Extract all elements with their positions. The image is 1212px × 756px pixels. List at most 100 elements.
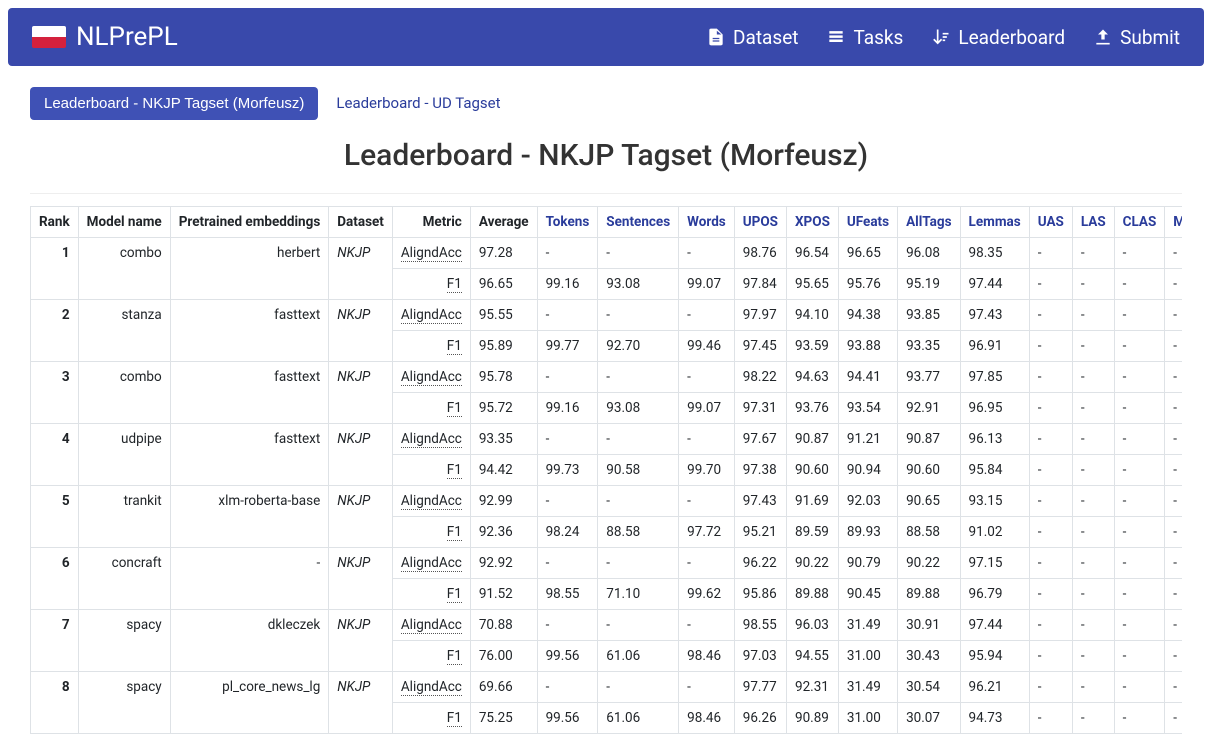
col-ufeats[interactable]: UFeats — [838, 207, 897, 238]
cell-val: 93.08 — [598, 393, 679, 424]
nav-dataset-label: Dataset — [733, 26, 798, 49]
cell-val: 90.87 — [786, 424, 838, 455]
col-mlas[interactable]: MLAS — [1165, 207, 1182, 238]
cell-val: 96.21 — [960, 672, 1029, 703]
col-las[interactable]: LAS — [1072, 207, 1114, 238]
cell-val: 31.49 — [838, 672, 897, 703]
col-words[interactable]: Words — [679, 207, 735, 238]
cell-model: udpipe — [78, 424, 170, 486]
cell-val: 31.00 — [838, 703, 897, 734]
col-upos[interactable]: UPOS — [734, 207, 786, 238]
upload-icon — [1093, 27, 1113, 47]
cell-val: 30.07 — [898, 703, 960, 734]
cell-val: - — [679, 672, 735, 703]
cell-metric: F1 — [392, 579, 470, 610]
cell-val: - — [1114, 269, 1165, 300]
cell-val: 96.13 — [960, 424, 1029, 455]
cell-val: 69.66 — [470, 672, 537, 703]
cell-val: - — [1165, 455, 1182, 486]
col-alltags[interactable]: AllTags — [898, 207, 960, 238]
cell-val: 97.38 — [734, 455, 786, 486]
cell-val: 71.10 — [598, 579, 679, 610]
col-clas[interactable]: CLAS — [1114, 207, 1165, 238]
cell-val: 96.65 — [470, 269, 537, 300]
cell-model: combo — [78, 238, 170, 300]
cell-val: 91.21 — [838, 424, 897, 455]
nav-submit[interactable]: Submit — [1093, 26, 1180, 49]
cell-metric: AligndAcc — [392, 300, 470, 331]
cell-rank: 7 — [31, 610, 79, 672]
tab-ud[interactable]: Leaderboard - UD Tagset — [332, 86, 504, 120]
flag-icon — [32, 26, 66, 48]
cell-val: - — [1029, 362, 1072, 393]
cell-val: - — [1114, 424, 1165, 455]
cell-val: 89.93 — [838, 517, 897, 548]
cell-val: 70.88 — [470, 610, 537, 641]
cell-metric: AligndAcc — [392, 672, 470, 703]
cell-val: 97.77 — [734, 672, 786, 703]
cell-val: - — [1114, 300, 1165, 331]
cell-val: 99.16 — [537, 269, 598, 300]
cell-rank: 1 — [31, 238, 79, 300]
cell-val: - — [679, 486, 735, 517]
cell-dataset: NKJP — [329, 610, 393, 672]
nav-links: Dataset Tasks Leaderboard Submit — [706, 26, 1180, 49]
cell-val: 95.89 — [470, 331, 537, 362]
cell-val: - — [1029, 331, 1072, 362]
cell-val: 96.26 — [734, 703, 786, 734]
cell-val: 91.52 — [470, 579, 537, 610]
cell-val: - — [537, 424, 598, 455]
col-xpos[interactable]: XPOS — [786, 207, 838, 238]
cell-model: trankit — [78, 486, 170, 548]
brand-text: NLPrePL — [76, 22, 178, 52]
cell-val: 92.36 — [470, 517, 537, 548]
cell-embed: - — [170, 548, 329, 610]
table-row: 3combofasttextNKJPAligndAcc95.78---98.22… — [31, 362, 1183, 393]
cell-val: 31.49 — [838, 610, 897, 641]
cell-val: 97.67 — [734, 424, 786, 455]
cell-val: 93.08 — [598, 269, 679, 300]
cell-dataset: NKJP — [329, 238, 393, 300]
col-sentences[interactable]: Sentences — [598, 207, 679, 238]
cell-val: - — [1165, 362, 1182, 393]
cell-val: 96.65 — [838, 238, 897, 269]
cell-val: 90.60 — [898, 455, 960, 486]
cell-val: 89.88 — [786, 579, 838, 610]
tab-nkjp[interactable]: Leaderboard - NKJP Tagset (Morfeusz) — [30, 87, 318, 120]
brand[interactable]: NLPrePL — [32, 22, 178, 52]
cell-val: 96.54 — [786, 238, 838, 269]
cell-val: 94.10 — [786, 300, 838, 331]
cell-val: 95.21 — [734, 517, 786, 548]
cell-val: 99.70 — [679, 455, 735, 486]
col-uas[interactable]: UAS — [1029, 207, 1072, 238]
table-row: 5trankitxlm-roberta-baseNKJPAligndAcc92.… — [31, 486, 1183, 517]
cell-val: 61.06 — [598, 703, 679, 734]
table-row: 4udpipefasttextNKJPAligndAcc93.35---97.6… — [31, 424, 1183, 455]
cell-val: 94.73 — [960, 703, 1029, 734]
cell-metric: F1 — [392, 517, 470, 548]
cell-val: - — [1114, 486, 1165, 517]
cell-val: 95.76 — [838, 269, 897, 300]
cell-val: 95.72 — [470, 393, 537, 424]
cell-val: 99.07 — [679, 393, 735, 424]
main: Leaderboard - NKJP Tagset (Morfeusz) Lea… — [0, 66, 1212, 754]
nav-tasks-label: Tasks — [853, 26, 903, 49]
nav-tasks[interactable]: Tasks — [826, 26, 903, 49]
cell-val: - — [1029, 393, 1072, 424]
cell-val: - — [1029, 300, 1072, 331]
nav-dataset[interactable]: Dataset — [706, 26, 798, 49]
cell-val: - — [537, 486, 598, 517]
tabs: Leaderboard - NKJP Tagset (Morfeusz) Lea… — [30, 86, 1182, 120]
cell-val: - — [1029, 641, 1072, 672]
cell-val: 90.22 — [898, 548, 960, 579]
cell-val: 98.46 — [679, 641, 735, 672]
cell-val: 93.85 — [898, 300, 960, 331]
cell-val: 90.94 — [838, 455, 897, 486]
nav-leaderboard[interactable]: Leaderboard — [931, 26, 1065, 49]
cell-val: 94.63 — [786, 362, 838, 393]
cell-val: 95.65 — [786, 269, 838, 300]
col-lemmas[interactable]: Lemmas — [960, 207, 1029, 238]
cell-val: 89.59 — [786, 517, 838, 548]
cell-val: 97.85 — [960, 362, 1029, 393]
col-tokens[interactable]: Tokens — [537, 207, 598, 238]
